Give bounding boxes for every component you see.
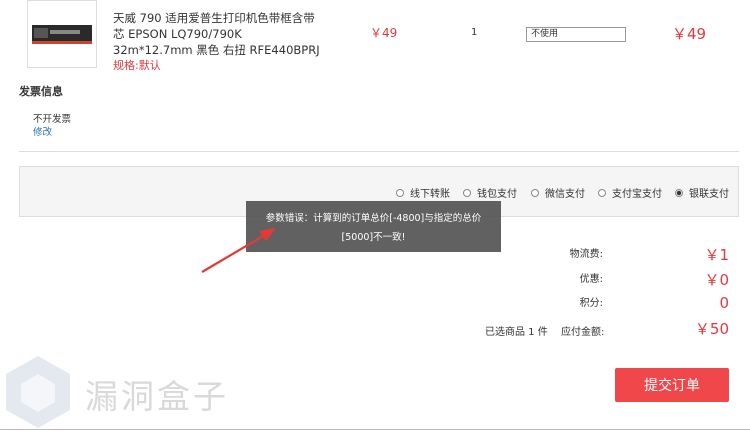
radio-icon[interactable] [531,188,539,197]
radio-icon[interactable] [598,188,606,197]
quantity: 1 [471,27,478,38]
payment-option-wallet[interactable]: 钱包支付 [463,185,517,200]
divider [19,151,739,152]
error-toast: 参数错误：计算到的订单总价[-4800]与指定的总价[5000]不一致! [246,201,501,252]
payment-option-label: 钱包支付 [477,189,517,200]
invoice-modify-link[interactable]: 修改 [33,124,52,138]
product-name[interactable]: 天威 790 适用爱普生打印机色带框含带芯 EPSON LQ790/790K 3… [113,10,323,58]
payment-option-label: 线下转账 [410,189,450,200]
discount-value: ￥0 [704,271,729,289]
shipping-value: ￥1 [704,246,729,264]
bottom-divider [0,429,750,430]
shipping-label: 物流费: [569,249,603,260]
payment-option-label: 支付宝支付 [612,189,662,200]
radio-icon[interactable] [396,188,404,197]
payment-option-label: 微信支付 [545,189,585,200]
payable-value: ￥50 [694,320,729,338]
radio-icon[interactable] [463,188,471,197]
discount-label: 优惠: [579,274,603,285]
coupon-select[interactable]: 不使用 [526,27,626,42]
watermark-logo-icon [6,356,70,428]
points-value: 0 [719,294,729,312]
payment-option-alipay[interactable]: 支付宝支付 [598,185,662,200]
selected-count: 已选商品 1 件 [485,327,548,338]
payment-option-offline-transfer[interactable]: 线下转账 [396,185,450,200]
radio-selected-icon[interactable] [675,188,683,197]
item-subtotal: ￥49 [672,25,707,43]
points-label: 积分: [579,298,603,309]
watermark-text: 漏洞盒子 [85,377,229,416]
payment-option-unionpay[interactable]: 银联支付 [675,185,729,200]
submit-order-button[interactable]: 提交订单 [615,368,729,402]
annotation-arrow-icon [201,228,276,273]
payable-label: 应付金额: [561,327,605,338]
product-thumbnail[interactable] [27,0,97,68]
product-spec: 规格:默认 [113,59,161,72]
unit-price: ￥49 [370,26,398,40]
payment-option-label: 银联支付 [689,189,729,200]
payment-option-wechat[interactable]: 微信支付 [531,185,585,200]
invoice-title: 发票信息 [19,85,63,98]
invoice-value: 不开发票 [33,114,72,125]
